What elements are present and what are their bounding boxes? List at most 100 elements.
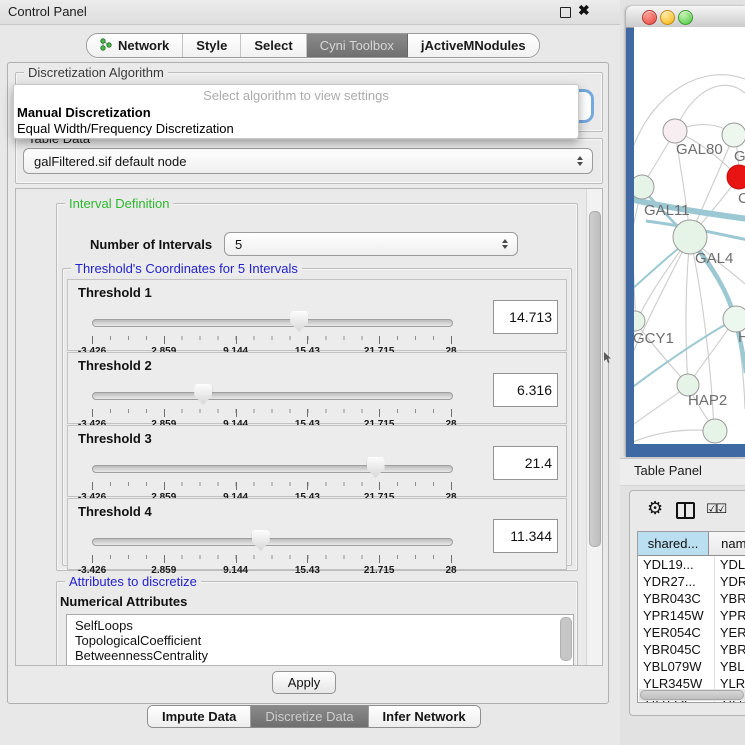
slider-track[interactable]: [92, 392, 453, 400]
tab-network[interactable]: Network: [87, 34, 183, 57]
settings-vertical-scrollbar[interactable]: [586, 189, 602, 665]
tab-discretize-data[interactable]: Discretize Data: [251, 706, 368, 727]
cell-name[interactable]: YPR145W: [715, 607, 745, 624]
table-row[interactable]: YBR045CYBR045C: [638, 641, 745, 658]
network-canvas[interactable]: GAL80 GA C GAL11 GAL4 GCY1 H HAP2: [634, 27, 745, 444]
node-gal4[interactable]: [673, 220, 707, 254]
close-icon[interactable]: ✖: [578, 2, 590, 19]
slider-thumb[interactable]: [194, 384, 212, 405]
cell-name[interactable]: YER054C: [715, 624, 745, 641]
minimize-traffic-light-icon[interactable]: [660, 10, 675, 25]
table-header-row: shared... name: [638, 532, 745, 556]
tab-jactivemnodules-label: jActiveMNodules: [421, 38, 526, 53]
slider-thumb[interactable]: [367, 457, 385, 478]
tab-style[interactable]: Style: [183, 34, 241, 57]
list-scrollbar[interactable]: [560, 617, 572, 661]
algorithm-dropdown-popup: Select algorithm to view settings Manual…: [13, 84, 579, 139]
dropdown-option-manual[interactable]: Manual Discretization: [17, 105, 151, 120]
table-row[interactable]: YPR145WYPR145W: [638, 607, 745, 624]
number-of-intervals-combobox[interactable]: 5: [224, 232, 518, 256]
slider-track[interactable]: [92, 538, 453, 546]
tick: [451, 482, 452, 490]
tick: [236, 555, 237, 563]
threshold-4-value-field[interactable]: 11.344: [493, 519, 558, 553]
cell-shared[interactable]: YBR045C: [638, 641, 715, 658]
tab-select[interactable]: Select: [241, 34, 306, 57]
cell-shared[interactable]: YBL079W: [638, 658, 715, 675]
slider-minor-ticks: [92, 336, 451, 340]
tick-label: 15.43: [295, 565, 320, 576]
slider-thumb[interactable]: [290, 311, 308, 332]
node-partial-bottom[interactable]: [703, 419, 727, 443]
threshold-2-panel: Threshold 2 -3.426 2.859 9.144 15.43 21.…: [67, 352, 567, 424]
list-item[interactable]: SelfLoops: [67, 615, 573, 633]
tick: [164, 482, 165, 490]
tick-label: 28: [445, 565, 456, 576]
threshold-2-value-field[interactable]: 6.316: [493, 373, 558, 407]
scrollbar-thumb[interactable]: [589, 211, 601, 547]
tab-impute-data[interactable]: Impute Data: [148, 706, 251, 727]
table-row[interactable]: YER054CYER054C: [638, 624, 745, 641]
gear-icon[interactable]: ⚙: [647, 499, 663, 517]
table-row[interactable]: YBR043CYBR043C: [638, 590, 745, 607]
column-header-shared-name[interactable]: shared...: [638, 532, 709, 556]
node-partial-top-right[interactable]: [722, 123, 745, 147]
cell-shared[interactable]: YDL19...: [638, 556, 715, 573]
node-gal80[interactable]: [663, 119, 687, 143]
tick-label: 9.144: [223, 565, 248, 576]
mouse-cursor: [603, 352, 613, 364]
cell-shared[interactable]: YDR27...: [638, 573, 715, 590]
table-panel-title: Table Panel: [634, 463, 702, 478]
dropdown-option-equal-width[interactable]: Equal Width/Frequency Discretization: [17, 121, 234, 136]
threshold-1-value-field[interactable]: 14.713: [493, 300, 558, 334]
table-row[interactable]: YDR27...YDR27...: [638, 573, 745, 590]
algorithm-group-label: Discretization Algorithm: [24, 65, 168, 80]
split-panel-icon[interactable]: [676, 502, 695, 519]
list-item[interactable]: BetweennessCentrality: [67, 648, 573, 663]
apply-button[interactable]: Apply: [272, 671, 336, 694]
slider-thumb[interactable]: [252, 530, 270, 551]
cell-name[interactable]: YDL19...: [715, 556, 745, 573]
tick: [92, 555, 93, 563]
scrollbar-thumb[interactable]: [640, 690, 744, 700]
cell-name[interactable]: YDR27...: [715, 573, 745, 590]
float-window-icon[interactable]: [560, 7, 571, 18]
table-data-combobox-value: galFiltered.sif default node: [34, 154, 186, 169]
cell-name[interactable]: YBR045C: [715, 641, 745, 658]
tick: [164, 409, 165, 417]
tab-cyni-toolbox[interactable]: Cyni Toolbox: [307, 34, 408, 57]
table-horizontal-scrollbar[interactable]: [639, 689, 745, 701]
network-graph: GAL80 GA C GAL11 GAL4 GCY1 H HAP2: [634, 27, 745, 444]
cell-name[interactable]: YBL079W: [715, 658, 745, 675]
combo-stepper-icon: [577, 156, 583, 166]
combo-stepper-icon: [502, 239, 508, 249]
checkbox-columns-icon[interactable]: ☑☑: [706, 501, 725, 517]
apply-button-label: Apply: [288, 675, 321, 690]
slider-minor-ticks: [92, 555, 451, 559]
tab-jactivemnodules[interactable]: jActiveMNodules: [408, 34, 539, 57]
list-item[interactable]: TopologicalCoefficient: [67, 633, 573, 648]
slider-track[interactable]: [92, 319, 453, 327]
table-data-combobox[interactable]: galFiltered.sif default node: [23, 148, 593, 174]
cell-shared[interactable]: YBR043C: [638, 590, 715, 607]
close-traffic-light-icon[interactable]: [642, 10, 657, 25]
node-label-gal80: GAL80: [676, 141, 723, 158]
tab-infer-network[interactable]: Infer Network: [369, 706, 480, 727]
table-row[interactable]: YBL079WYBL079W: [638, 658, 745, 675]
column-header-name[interactable]: name: [709, 532, 745, 556]
cell-shared[interactable]: YPR145W: [638, 607, 715, 624]
cell-shared[interactable]: YER054C: [638, 624, 715, 641]
numerical-attributes-list[interactable]: SelfLoops TopologicalCoefficient Between…: [66, 614, 574, 666]
zoom-traffic-light-icon[interactable]: [678, 10, 693, 25]
tab-discretize-data-label: Discretize Data: [265, 709, 353, 724]
cell-name[interactable]: YBR043C: [715, 590, 745, 607]
node-gal11[interactable]: [634, 175, 654, 199]
numerical-attributes-label: Numerical Attributes: [60, 594, 187, 609]
node-label-partial-c: C: [738, 190, 745, 207]
tick: [307, 482, 308, 490]
node-gcy1[interactable]: [634, 311, 645, 331]
threshold-3-value-field[interactable]: 21.4: [493, 446, 558, 480]
slider-track[interactable]: [92, 465, 453, 473]
tick: [451, 555, 452, 563]
table-row[interactable]: YDL19...YDL19...: [638, 556, 745, 573]
